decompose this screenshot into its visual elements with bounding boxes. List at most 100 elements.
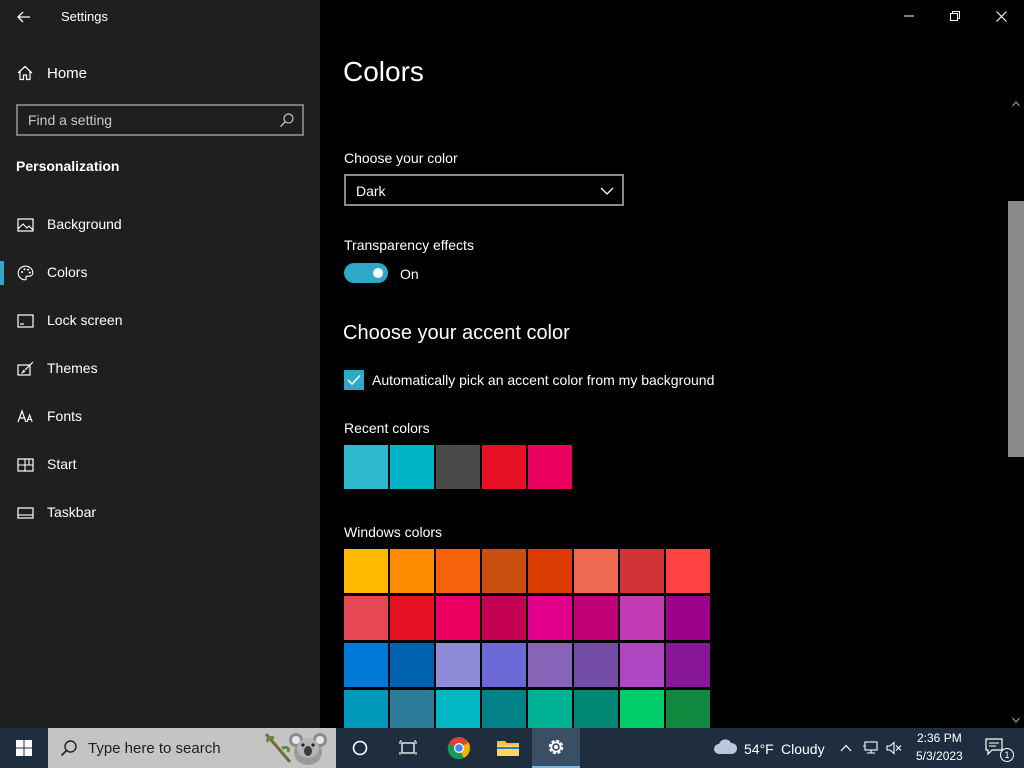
settings-taskbar-button[interactable] bbox=[532, 728, 580, 768]
windows-color-swatch[interactable] bbox=[482, 549, 526, 593]
windows-color-swatch[interactable] bbox=[574, 643, 618, 687]
sidebar-item-label: Start bbox=[47, 456, 77, 472]
minimize-button[interactable] bbox=[886, 0, 932, 32]
home-label: Home bbox=[47, 65, 88, 82]
scroll-down-arrow-icon bbox=[1012, 717, 1020, 723]
home-nav-item[interactable]: Home bbox=[0, 58, 320, 88]
auto-accent-checkbox[interactable] bbox=[344, 370, 364, 390]
taskbar-search-placeholder: Type here to search bbox=[88, 740, 221, 757]
folder-icon bbox=[497, 741, 519, 756]
windows-color-swatch[interactable] bbox=[666, 690, 710, 728]
taskbar-search-box[interactable]: Type here to search bbox=[48, 728, 336, 768]
windows-color-swatch[interactable] bbox=[528, 643, 572, 687]
windows-color-swatch[interactable] bbox=[390, 549, 434, 593]
task-view-button[interactable] bbox=[384, 728, 432, 768]
windows-color-swatch[interactable] bbox=[436, 690, 480, 728]
windows-color-swatch[interactable] bbox=[344, 690, 388, 728]
windows-color-swatch[interactable] bbox=[574, 690, 618, 728]
recent-color-swatch[interactable] bbox=[482, 445, 526, 489]
windows-color-swatch[interactable] bbox=[574, 596, 618, 640]
find-setting-input[interactable] bbox=[18, 106, 270, 134]
sidebar-item-taskbar[interactable]: Taskbar bbox=[0, 493, 320, 533]
back-arrow-icon bbox=[17, 11, 30, 23]
windows-color-swatch[interactable] bbox=[620, 643, 664, 687]
search-icon[interactable] bbox=[279, 112, 295, 128]
task-view-icon bbox=[399, 740, 417, 755]
network-button[interactable] bbox=[858, 728, 882, 768]
sidebar-item-fonts[interactable]: Fonts bbox=[0, 397, 320, 437]
windows-color-swatch[interactable] bbox=[666, 549, 710, 593]
koala-illustration-icon bbox=[264, 733, 327, 765]
windows-color-swatch[interactable] bbox=[390, 596, 434, 640]
sidebar-item-label: Themes bbox=[47, 360, 98, 376]
restore-button[interactable] bbox=[932, 0, 978, 32]
taskbar: Type here to search 54°F Cloudy 2:36 PM … bbox=[0, 728, 1024, 768]
windows-color-swatch[interactable] bbox=[344, 643, 388, 687]
minimize-icon bbox=[904, 15, 914, 17]
sidebar-item-label: Background bbox=[47, 216, 122, 232]
windows-color-swatch[interactable] bbox=[344, 549, 388, 593]
windows-color-swatch[interactable] bbox=[528, 549, 572, 593]
windows-color-swatch[interactable] bbox=[574, 549, 618, 593]
windows-color-swatch[interactable] bbox=[528, 596, 572, 640]
accent-color-heading: Choose your accent color bbox=[343, 322, 570, 344]
recent-color-swatch[interactable] bbox=[528, 445, 572, 489]
chrome-taskbar-button[interactable] bbox=[435, 728, 483, 768]
windows-colors-label: Windows colors bbox=[344, 524, 443, 540]
recent-color-swatch[interactable] bbox=[390, 445, 434, 489]
cortana-button[interactable] bbox=[336, 728, 384, 768]
auto-accent-label: Automatically pick an accent color from … bbox=[372, 372, 715, 388]
windows-color-swatch[interactable] bbox=[482, 643, 526, 687]
action-center-button[interactable]: 1 bbox=[976, 728, 1016, 768]
sidebar-item-themes[interactable]: Themes bbox=[0, 349, 320, 389]
recent-color-swatch[interactable] bbox=[344, 445, 388, 489]
recent-color-swatch[interactable] bbox=[436, 445, 480, 489]
windows-logo-icon bbox=[16, 740, 32, 756]
scroll-up-arrow-icon bbox=[1012, 101, 1020, 107]
network-icon bbox=[863, 741, 878, 754]
sidebar-item-start[interactable]: Start bbox=[0, 445, 320, 485]
windows-color-swatch[interactable] bbox=[482, 596, 526, 640]
windows-color-swatch[interactable] bbox=[344, 596, 388, 640]
clock-button[interactable]: 2:36 PM 5/3/2023 bbox=[908, 728, 970, 768]
choose-color-dropdown[interactable]: Dark bbox=[344, 174, 624, 206]
section-heading-personalization: Personalization bbox=[16, 158, 120, 174]
image-icon bbox=[17, 218, 34, 232]
checkmark-icon bbox=[347, 374, 361, 386]
notification-count-badge: 1 bbox=[1000, 748, 1014, 762]
windows-color-swatch[interactable] bbox=[482, 690, 526, 728]
weather-temperature: 54°F bbox=[744, 741, 774, 757]
windows-color-swatch[interactable] bbox=[620, 549, 664, 593]
close-button[interactable] bbox=[978, 0, 1024, 32]
taskbar-icon bbox=[17, 507, 34, 519]
search-icon bbox=[60, 740, 77, 757]
windows-color-swatch[interactable] bbox=[666, 643, 710, 687]
find-setting-search[interactable] bbox=[16, 104, 304, 136]
scroll-down-button[interactable] bbox=[1008, 712, 1024, 728]
scroll-up-button[interactable] bbox=[1008, 96, 1024, 112]
clock-date: 5/3/2023 bbox=[916, 749, 963, 763]
sidebar-item-background[interactable]: Background bbox=[0, 205, 320, 245]
windows-color-swatch[interactable] bbox=[436, 549, 480, 593]
windows-color-swatch[interactable] bbox=[528, 690, 572, 728]
windows-color-swatch[interactable] bbox=[620, 596, 664, 640]
sidebar-item-colors[interactable]: Colors bbox=[0, 253, 320, 293]
start-button[interactable] bbox=[0, 728, 48, 768]
windows-color-swatch[interactable] bbox=[390, 690, 434, 728]
chevron-down-icon bbox=[600, 187, 614, 195]
windows-color-swatch[interactable] bbox=[620, 690, 664, 728]
scrollbar-thumb[interactable] bbox=[1008, 201, 1024, 457]
windows-color-swatch[interactable] bbox=[436, 643, 480, 687]
windows-color-swatch[interactable] bbox=[436, 596, 480, 640]
volume-button[interactable] bbox=[882, 728, 906, 768]
windows-color-swatch[interactable] bbox=[390, 643, 434, 687]
windows-color-swatch[interactable] bbox=[666, 596, 710, 640]
back-button[interactable] bbox=[12, 6, 36, 28]
weather-widget[interactable]: 54°F Cloudy bbox=[706, 728, 834, 768]
vertical-scrollbar[interactable] bbox=[1008, 96, 1024, 728]
close-icon bbox=[995, 10, 1007, 22]
show-hidden-icons-button[interactable] bbox=[836, 728, 856, 768]
transparency-toggle[interactable] bbox=[344, 263, 388, 283]
sidebar-item-lock-screen[interactable]: Lock screen bbox=[0, 301, 320, 341]
file-explorer-taskbar-button[interactable] bbox=[484, 728, 532, 768]
